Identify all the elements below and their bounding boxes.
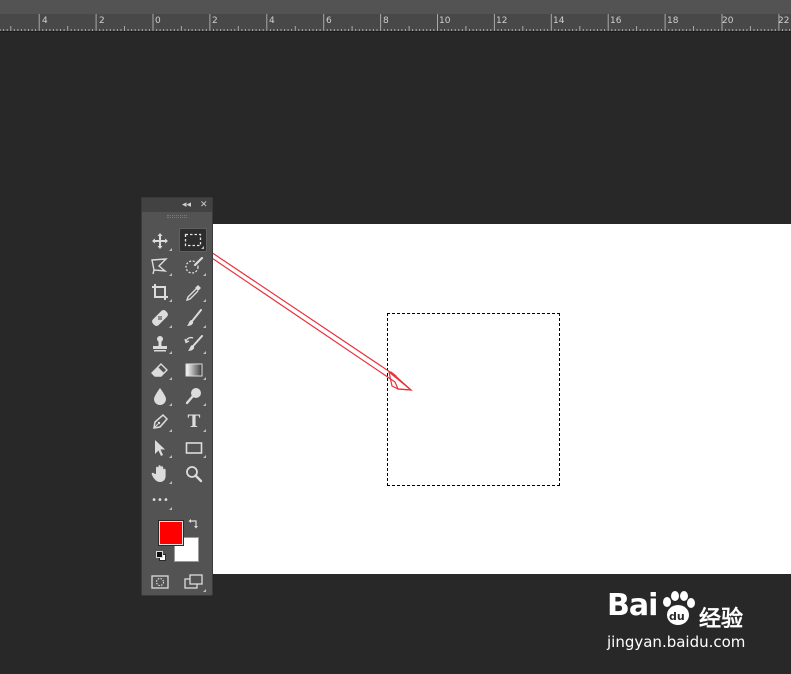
zoom-tool[interactable] (180, 462, 208, 486)
crop-icon (152, 284, 168, 300)
tool-group-corner (203, 429, 206, 432)
paw-logo-icon: du (663, 591, 695, 625)
marquee-icon (184, 233, 202, 247)
more-tools-button[interactable]: ••• (146, 488, 174, 512)
tools-panel[interactable]: ◂◂ ✕ T ••• (141, 197, 213, 596)
default-colors-icon[interactable] (156, 551, 167, 562)
ruler-label: 14 (553, 16, 565, 26)
eyedropper-icon (185, 285, 201, 301)
quick-mask-icon (151, 575, 169, 589)
watermark-brand-bai: Bai (607, 588, 658, 623)
type-icon: T (187, 412, 201, 432)
menu-strip (0, 0, 791, 14)
quick-mask-button[interactable] (146, 570, 174, 594)
ruler-label: 2 (212, 16, 218, 26)
watermark-url: jingyan.baidu.com (607, 633, 746, 651)
crop-tool[interactable] (146, 280, 174, 304)
tool-group-corner (169, 299, 172, 302)
eraser-tool[interactable] (146, 358, 174, 382)
hand-icon (151, 465, 166, 482)
tool-group-corner (169, 377, 172, 380)
tool-group-corner (203, 403, 206, 406)
ruler-label: 16 (610, 16, 622, 26)
ruler-label: 10 (439, 16, 451, 26)
history-brush-icon (184, 335, 203, 351)
rectangle-icon (185, 442, 203, 454)
healing-brush-tool[interactable] (146, 306, 174, 330)
tool-group-corner (169, 403, 172, 406)
eyedropper-tool[interactable] (180, 280, 208, 304)
tool-group-corner (203, 589, 206, 592)
lasso-tool[interactable] (146, 254, 174, 278)
marquee-selection[interactable] (387, 313, 560, 486)
pen-tool[interactable] (146, 410, 174, 434)
close-panel-icon[interactable]: ✕ (200, 199, 208, 211)
dodge-icon (185, 388, 201, 405)
tool-group-corner (169, 507, 172, 510)
rectangle-tool[interactable] (180, 436, 208, 460)
collapse-panel-icon[interactable]: ◂◂ (182, 199, 191, 211)
rectangular-marquee-tool[interactable] (179, 228, 207, 252)
tool-group-corner (203, 377, 206, 380)
zoom-icon (186, 466, 203, 483)
tool-group-corner (203, 455, 206, 458)
ruler-label: 2 (99, 16, 105, 26)
tool-group-corner (169, 429, 172, 432)
ruler-label: 6 (326, 16, 332, 26)
foreground-color-swatch[interactable] (158, 520, 184, 546)
gradient-tool[interactable] (180, 358, 208, 382)
tool-group-corner (169, 248, 172, 251)
screen-mode-button[interactable] (180, 570, 208, 594)
move-icon (152, 233, 168, 249)
tools-panel-header[interactable]: ◂◂ ✕ (142, 198, 212, 212)
screen-mode-icon (184, 574, 203, 589)
eraser-icon (151, 363, 168, 377)
tool-group-corner (201, 246, 204, 249)
tool-group-corner (203, 351, 206, 354)
watermark-brand-du: du (669, 610, 685, 623)
baidu-jingyan-watermark: Bai du 经验 jingyan.baidu.com (605, 588, 755, 658)
tool-group-corner (169, 325, 172, 328)
ruler-label: 4 (42, 16, 48, 26)
tool-group-corner (203, 325, 206, 328)
blur-tool[interactable] (146, 384, 174, 408)
brush-icon (187, 309, 202, 326)
ruler-label: 20 (722, 16, 734, 26)
path-selection-tool[interactable] (146, 436, 174, 460)
dodge-tool[interactable] (180, 384, 208, 408)
panel-grip[interactable] (167, 215, 187, 218)
tool-group-corner (203, 299, 206, 302)
type-tool[interactable]: T (180, 410, 208, 434)
arrow-cursor-icon (155, 440, 165, 456)
ruler-label: 18 (667, 16, 679, 26)
horizontal-ruler[interactable]: 4 2 0 2 4 6 8 10 12 14 16 18 20 22 (0, 14, 791, 32)
pen-icon (153, 413, 169, 429)
stamp-icon (153, 336, 167, 352)
ruler-label: 8 (383, 16, 389, 26)
ruler-label: 4 (269, 16, 275, 26)
gradient-icon (185, 363, 203, 377)
drop-icon (154, 388, 166, 405)
tool-group-corner (169, 273, 172, 276)
ruler-label: 22 (778, 16, 790, 26)
tool-group-corner (169, 481, 172, 484)
hand-tool[interactable] (146, 462, 174, 486)
tool-group-corner (169, 351, 172, 354)
tool-group-corner (203, 273, 206, 276)
clone-stamp-tool[interactable] (146, 332, 174, 356)
polygonal-lasso-icon (151, 258, 168, 275)
move-tool[interactable] (146, 229, 174, 253)
ruler-label: 12 (496, 16, 508, 26)
brush-tool[interactable] (180, 306, 208, 330)
quick-selection-icon (185, 257, 204, 274)
swap-colors-icon[interactable] (188, 517, 200, 529)
tool-group-corner (169, 455, 172, 458)
more-icon: ••• (151, 494, 169, 506)
bandage-icon (152, 310, 168, 326)
ruler-label: 0 (155, 16, 161, 26)
watermark-brand-jingyan: 经验 (699, 607, 744, 632)
history-brush-tool[interactable] (180, 332, 208, 356)
quick-selection-tool[interactable] (180, 254, 208, 278)
